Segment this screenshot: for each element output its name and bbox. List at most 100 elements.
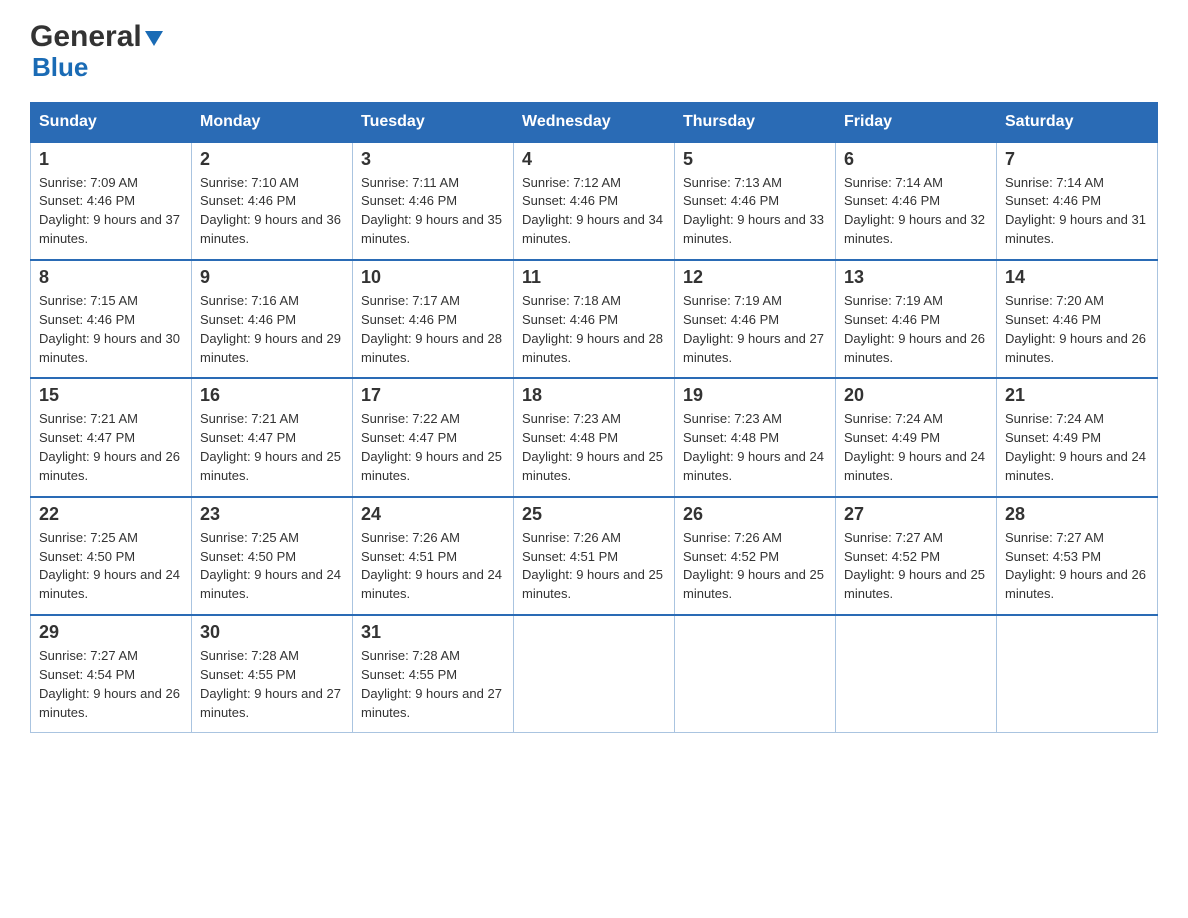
sunrise-label: Sunrise: 7:27 AM [1005, 530, 1104, 545]
sunrise-label: Sunrise: 7:19 AM [683, 293, 782, 308]
sunrise-label: Sunrise: 7:22 AM [361, 411, 460, 426]
day-number: 21 [1005, 385, 1149, 406]
day-number: 25 [522, 504, 666, 525]
day-number: 18 [522, 385, 666, 406]
day-info: Sunrise: 7:24 AM Sunset: 4:49 PM Dayligh… [1005, 410, 1149, 485]
day-cell-22: 22 Sunrise: 7:25 AM Sunset: 4:50 PM Dayl… [31, 497, 192, 615]
sunset-label: Sunset: 4:55 PM [200, 667, 296, 682]
page-header: General Blue [30, 20, 1158, 82]
day-cell-14: 14 Sunrise: 7:20 AM Sunset: 4:46 PM Dayl… [997, 260, 1158, 378]
day-cell-5: 5 Sunrise: 7:13 AM Sunset: 4:46 PM Dayli… [675, 142, 836, 260]
week-row-2: 8 Sunrise: 7:15 AM Sunset: 4:46 PM Dayli… [31, 260, 1158, 378]
daylight-label: Daylight: 9 hours and 24 minutes. [683, 449, 824, 483]
day-info: Sunrise: 7:11 AM Sunset: 4:46 PM Dayligh… [361, 174, 505, 249]
daylight-label: Daylight: 9 hours and 24 minutes. [1005, 449, 1146, 483]
daylight-label: Daylight: 9 hours and 28 minutes. [361, 331, 502, 365]
sunset-label: Sunset: 4:47 PM [39, 430, 135, 445]
daylight-label: Daylight: 9 hours and 27 minutes. [200, 686, 341, 720]
day-cell-2: 2 Sunrise: 7:10 AM Sunset: 4:46 PM Dayli… [192, 142, 353, 260]
day-info: Sunrise: 7:27 AM Sunset: 4:53 PM Dayligh… [1005, 529, 1149, 604]
daylight-label: Daylight: 9 hours and 25 minutes. [522, 567, 663, 601]
day-info: Sunrise: 7:19 AM Sunset: 4:46 PM Dayligh… [844, 292, 988, 367]
empty-cell [514, 615, 675, 733]
day-info: Sunrise: 7:10 AM Sunset: 4:46 PM Dayligh… [200, 174, 344, 249]
sunset-label: Sunset: 4:46 PM [844, 312, 940, 327]
sunrise-label: Sunrise: 7:14 AM [1005, 175, 1104, 190]
sunrise-label: Sunrise: 7:13 AM [683, 175, 782, 190]
daylight-label: Daylight: 9 hours and 24 minutes. [361, 567, 502, 601]
sunset-label: Sunset: 4:46 PM [522, 193, 618, 208]
day-number: 20 [844, 385, 988, 406]
day-info: Sunrise: 7:25 AM Sunset: 4:50 PM Dayligh… [200, 529, 344, 604]
daylight-label: Daylight: 9 hours and 25 minutes. [844, 567, 985, 601]
sunrise-label: Sunrise: 7:27 AM [844, 530, 943, 545]
day-info: Sunrise: 7:28 AM Sunset: 4:55 PM Dayligh… [200, 647, 344, 722]
day-info: Sunrise: 7:15 AM Sunset: 4:46 PM Dayligh… [39, 292, 183, 367]
sunrise-label: Sunrise: 7:21 AM [39, 411, 138, 426]
daylight-label: Daylight: 9 hours and 26 minutes. [1005, 567, 1146, 601]
sunset-label: Sunset: 4:47 PM [361, 430, 457, 445]
week-row-3: 15 Sunrise: 7:21 AM Sunset: 4:47 PM Dayl… [31, 378, 1158, 496]
sunrise-label: Sunrise: 7:21 AM [200, 411, 299, 426]
day-cell-8: 8 Sunrise: 7:15 AM Sunset: 4:46 PM Dayli… [31, 260, 192, 378]
column-header-saturday: Saturday [997, 102, 1158, 142]
day-number: 26 [683, 504, 827, 525]
sunrise-label: Sunrise: 7:20 AM [1005, 293, 1104, 308]
day-cell-21: 21 Sunrise: 7:24 AM Sunset: 4:49 PM Dayl… [997, 378, 1158, 496]
sunrise-label: Sunrise: 7:28 AM [361, 648, 460, 663]
calendar-table: SundayMondayTuesdayWednesdayThursdayFrid… [30, 102, 1158, 734]
daylight-label: Daylight: 9 hours and 25 minutes. [522, 449, 663, 483]
day-number: 11 [522, 267, 666, 288]
sunset-label: Sunset: 4:50 PM [39, 549, 135, 564]
day-info: Sunrise: 7:25 AM Sunset: 4:50 PM Dayligh… [39, 529, 183, 604]
daylight-label: Daylight: 9 hours and 24 minutes. [844, 449, 985, 483]
sunset-label: Sunset: 4:46 PM [1005, 312, 1101, 327]
day-cell-9: 9 Sunrise: 7:16 AM Sunset: 4:46 PM Dayli… [192, 260, 353, 378]
day-number: 28 [1005, 504, 1149, 525]
sunrise-label: Sunrise: 7:24 AM [1005, 411, 1104, 426]
sunset-label: Sunset: 4:46 PM [39, 312, 135, 327]
day-info: Sunrise: 7:26 AM Sunset: 4:51 PM Dayligh… [522, 529, 666, 604]
daylight-label: Daylight: 9 hours and 28 minutes. [522, 331, 663, 365]
day-number: 14 [1005, 267, 1149, 288]
daylight-label: Daylight: 9 hours and 26 minutes. [39, 686, 180, 720]
daylight-label: Daylight: 9 hours and 27 minutes. [683, 331, 824, 365]
sunset-label: Sunset: 4:46 PM [522, 312, 618, 327]
day-cell-4: 4 Sunrise: 7:12 AM Sunset: 4:46 PM Dayli… [514, 142, 675, 260]
daylight-label: Daylight: 9 hours and 24 minutes. [39, 567, 180, 601]
sunset-label: Sunset: 4:46 PM [1005, 193, 1101, 208]
day-cell-15: 15 Sunrise: 7:21 AM Sunset: 4:47 PM Dayl… [31, 378, 192, 496]
day-cell-19: 19 Sunrise: 7:23 AM Sunset: 4:48 PM Dayl… [675, 378, 836, 496]
day-number: 1 [39, 149, 183, 170]
daylight-label: Daylight: 9 hours and 29 minutes. [200, 331, 341, 365]
day-cell-3: 3 Sunrise: 7:11 AM Sunset: 4:46 PM Dayli… [353, 142, 514, 260]
day-info: Sunrise: 7:17 AM Sunset: 4:46 PM Dayligh… [361, 292, 505, 367]
sunrise-label: Sunrise: 7:25 AM [39, 530, 138, 545]
day-info: Sunrise: 7:27 AM Sunset: 4:52 PM Dayligh… [844, 529, 988, 604]
sunset-label: Sunset: 4:46 PM [361, 193, 457, 208]
day-info: Sunrise: 7:13 AM Sunset: 4:46 PM Dayligh… [683, 174, 827, 249]
sunset-label: Sunset: 4:49 PM [844, 430, 940, 445]
sunrise-label: Sunrise: 7:12 AM [522, 175, 621, 190]
sunrise-label: Sunrise: 7:28 AM [200, 648, 299, 663]
day-number: 31 [361, 622, 505, 643]
sunset-label: Sunset: 4:52 PM [844, 549, 940, 564]
sunrise-label: Sunrise: 7:10 AM [200, 175, 299, 190]
day-info: Sunrise: 7:20 AM Sunset: 4:46 PM Dayligh… [1005, 292, 1149, 367]
sunset-label: Sunset: 4:55 PM [361, 667, 457, 682]
logo-general-text: General [30, 20, 163, 53]
day-number: 16 [200, 385, 344, 406]
day-info: Sunrise: 7:22 AM Sunset: 4:47 PM Dayligh… [361, 410, 505, 485]
day-number: 9 [200, 267, 344, 288]
day-number: 29 [39, 622, 183, 643]
day-number: 22 [39, 504, 183, 525]
day-number: 3 [361, 149, 505, 170]
day-number: 19 [683, 385, 827, 406]
sunrise-label: Sunrise: 7:11 AM [361, 175, 459, 190]
logo: General Blue [30, 20, 163, 82]
sunset-label: Sunset: 4:51 PM [522, 549, 618, 564]
day-number: 27 [844, 504, 988, 525]
column-header-monday: Monday [192, 102, 353, 142]
empty-cell [997, 615, 1158, 733]
sunrise-label: Sunrise: 7:26 AM [522, 530, 621, 545]
